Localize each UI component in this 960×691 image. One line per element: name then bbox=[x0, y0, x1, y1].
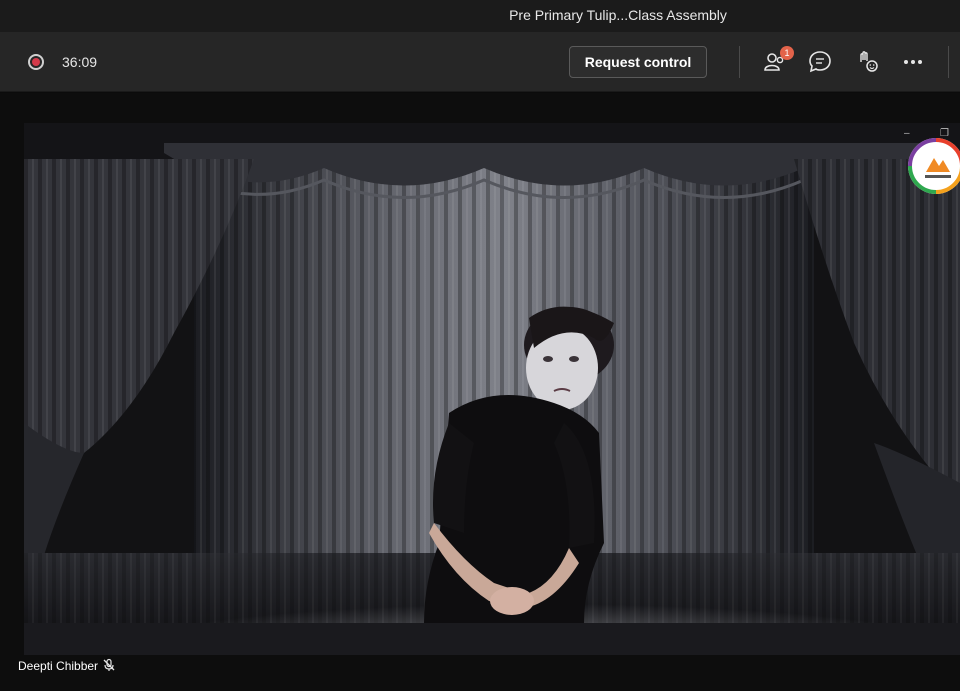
restore-video-button[interactable]: ❐ bbox=[940, 128, 949, 139]
mic-off-icon bbox=[103, 658, 115, 671]
toolbar-divider bbox=[948, 46, 949, 78]
meeting-timer: 36:09 bbox=[62, 54, 98, 70]
school-logo bbox=[908, 138, 960, 194]
meeting-title: Pre Primary Tulip...Class Assembly bbox=[509, 7, 727, 23]
minimize-video-button[interactable]: – bbox=[904, 128, 910, 139]
record-icon bbox=[28, 54, 44, 70]
title-bar: Pre Primary Tulip...Class Assembly bbox=[0, 0, 960, 32]
more-icon[interactable] bbox=[900, 49, 926, 75]
participant-name: Deepti Chibber bbox=[18, 659, 99, 673]
stage-scene bbox=[24, 123, 960, 655]
participants-count-badge: 1 bbox=[780, 46, 794, 60]
shared-video bbox=[24, 123, 960, 655]
toolbar-divider bbox=[739, 46, 740, 78]
meeting-toolbar: 36:09 Request control 1 bbox=[0, 32, 960, 92]
chat-icon[interactable] bbox=[807, 49, 833, 75]
reactions-icon[interactable] bbox=[854, 49, 880, 75]
request-control-button[interactable]: Request control bbox=[569, 46, 707, 78]
